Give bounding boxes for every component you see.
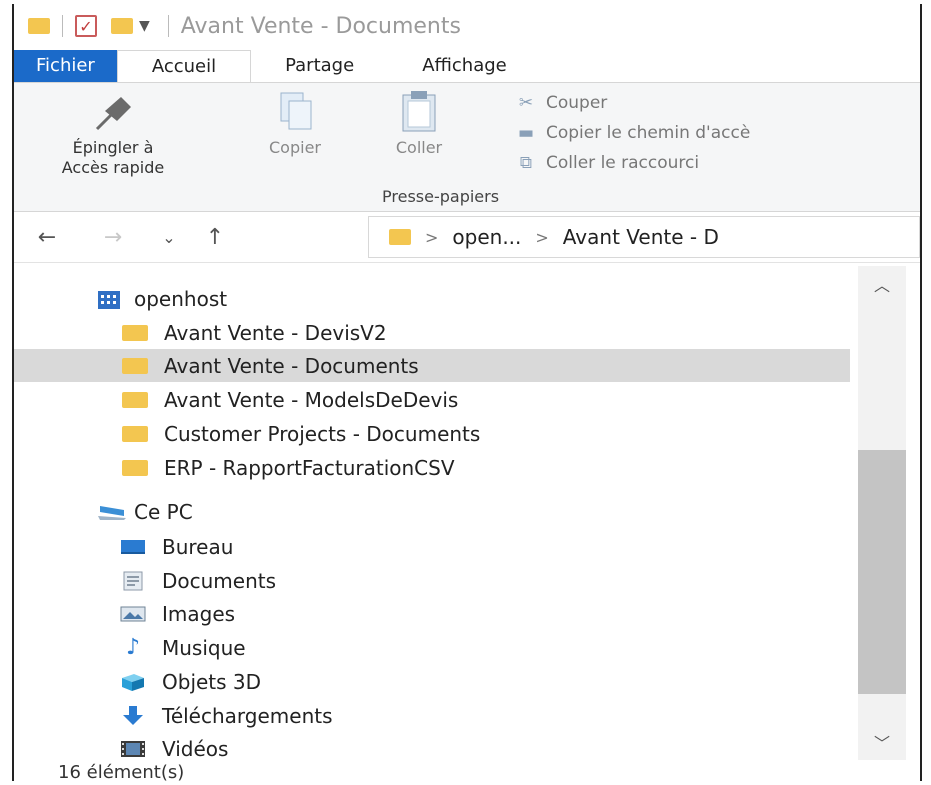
tab-affichage[interactable]: Affichage [388,50,541,82]
explorer-window: ✓ ▼ Avant Vente - Documents Fichier Accu… [12,4,922,781]
copy-path-label: Copier le chemin d'accè [546,123,751,143]
tree-item-this-pc[interactable]: Ce PC [98,495,193,528]
separator [167,15,169,37]
tree-item-library-selected[interactable]: Avant Vente - Documents [14,349,850,382]
paste-shortcut-icon: ⧉ [519,153,533,173]
tree-item-label: Ce PC [134,499,193,524]
scissors-icon: ✂ [518,93,534,113]
tree-item-label: openhost [134,286,228,311]
tree-item-images[interactable]: Images [120,597,235,630]
ribbon-tabs: Fichier Accueil Partage Affichage [14,50,920,82]
tree-item-objets-3d[interactable]: Objets 3D [120,665,261,698]
breadcrumb-segment[interactable]: open... [452,225,521,249]
new-folder-icon[interactable] [111,18,133,34]
folder-icon [122,459,148,476]
window-title: Avant Vente - Documents [180,13,461,39]
cut-button[interactable]: ✂ Couper [514,93,607,113]
videos-icon [120,739,146,759]
scroll-down-chevron-icon[interactable]: ﹀ [858,730,906,754]
tree-item-label: Vidéos [162,736,229,761]
properties-icon[interactable]: ✓ [75,15,97,37]
tab-accueil[interactable]: Accueil [116,50,252,82]
cut-label: Couper [546,93,608,113]
tree-item-library[interactable]: Avant Vente - ModelsDeDevis [122,383,458,416]
tree-item-label: Customer Projects - Documents [164,421,481,446]
tree-item-openhost[interactable]: openhost [98,282,227,315]
tree-item-label: Bureau [162,534,234,559]
customize-quick-access-icon[interactable]: ▼ [139,18,150,34]
tab-fichier[interactable]: Fichier [14,50,117,82]
up-arrow-icon[interactable]: ↑ [192,225,238,250]
tree-item-telechargements[interactable]: Téléchargements [120,699,333,732]
navigation-bar: ← → ⌄ ↑ > open... > Avant Vente - D [14,212,920,263]
documents-icon [120,571,146,591]
tree-item-label: Musique [162,635,246,660]
tree-item-label: Avant Vente - DevisV2 [164,320,387,345]
tree-item-musique[interactable]: ♪ Musique [120,631,246,664]
tree-item-label: Objets 3D [162,669,262,694]
tree-item-library[interactable]: ERP - RapportFacturationCSV [122,451,455,484]
ribbon: Épingler à Accès rapide Copier Coller ✂ … [14,82,920,212]
scrollbar-thumb[interactable] [858,450,906,694]
paste-icon [402,91,436,132]
status-item-count: 16 élément(s) [58,762,185,781]
paste-shortcut-label: Coller le raccourci [546,153,700,173]
recent-locations-chevron-icon[interactable]: ⌄ [146,228,192,247]
tree-item-documents[interactable]: Documents [120,564,276,597]
scroll-up-chevron-icon[interactable]: ︿ [858,272,906,296]
sharepoint-site-icon [98,289,120,309]
tree-item-bureau[interactable]: Bureau [120,530,233,563]
breadcrumb-chevron-icon[interactable]: > [425,228,438,247]
back-arrow-icon[interactable]: ← [24,225,70,250]
title-bar: ✓ ▼ Avant Vente - Documents [14,4,920,48]
tree-item-label: Documents [162,568,277,593]
tree-item-label: Téléchargements [162,703,333,728]
paste-shortcut-button[interactable]: ⧉ Coller le raccourci [514,153,699,173]
paste-label: Coller [395,138,443,157]
breadcrumb-segment[interactable]: Avant Vente - D [563,225,719,249]
computer-icon [98,502,126,522]
tree-item-library[interactable]: Avant Vente - DevisV2 [122,316,387,349]
quick-access-folder-icon[interactable] [28,18,50,34]
copy-button[interactable]: Copier [250,89,340,158]
tree-item-label: Images [162,601,236,626]
copy-path-icon: ▬ [517,123,535,143]
tree-item-label: ERP - RapportFacturationCSV [164,455,455,480]
desktop-icon [120,537,146,557]
pin-icon [95,97,131,131]
vertical-scrollbar[interactable]: ︿ ﹀ [858,266,906,760]
objects-3d-icon [120,672,146,692]
pin-label-line2: Accès rapide [61,158,165,177]
tree-item-label: Avant Vente - ModelsDeDevis [164,387,459,412]
address-bar[interactable]: > open... > Avant Vente - D [368,216,920,258]
copy-label: Copier [269,138,321,157]
ribbon-group-label: Presse-papiers [382,187,500,206]
tree-item-label: Avant Vente - Documents [164,353,419,378]
tab-partage[interactable]: Partage [251,50,388,82]
tree-item-library[interactable]: Customer Projects - Documents [122,417,480,450]
images-icon [120,604,146,624]
tree-item-videos[interactable]: Vidéos [120,732,228,765]
copy-path-button[interactable]: ▬ Copier le chemin d'accè [514,123,750,143]
folder-icon [389,229,411,245]
download-icon [120,705,146,726]
folder-icon [122,425,148,442]
music-icon: ♪ [125,634,141,660]
pin-quick-access-button[interactable]: Épingler à Accès rapide [28,89,198,178]
paste-button[interactable]: Coller [374,89,464,158]
separator [62,15,63,37]
navigation-pane: openhost Avant Vente - DevisV2 Avant Ven… [14,266,920,761]
folder-icon [122,391,148,408]
folder-icon [122,357,148,374]
breadcrumb-chevron-icon[interactable]: > [535,228,548,247]
forward-arrow-icon[interactable]: → [90,225,136,250]
copy-icon [280,92,312,130]
pin-label-line1: Épingler à [72,138,154,157]
folder-icon [122,324,148,341]
